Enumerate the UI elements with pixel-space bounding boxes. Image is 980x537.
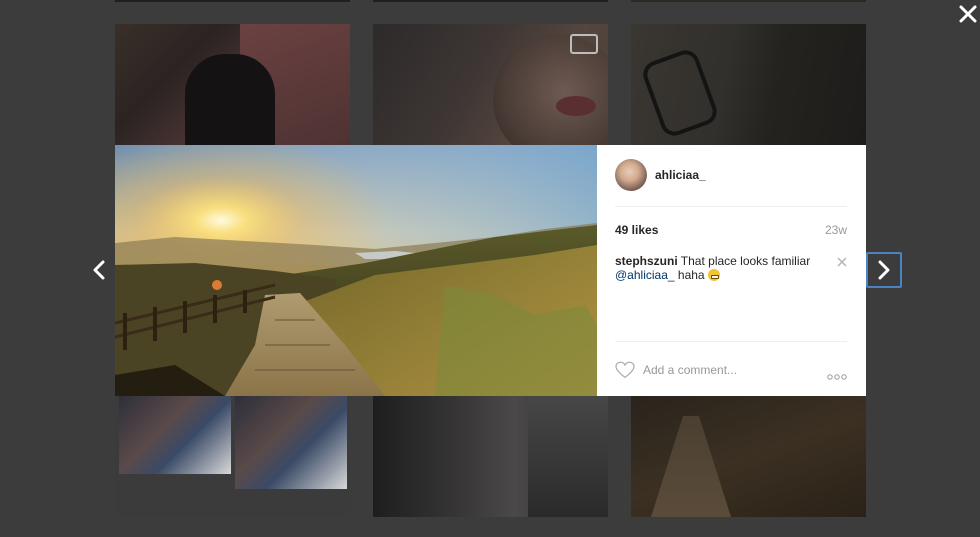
photo-detail (651, 416, 731, 517)
close-icon (959, 5, 977, 23)
video-camera-icon (570, 34, 598, 54)
grid-photo-top-1[interactable] (115, 0, 350, 2)
more-options-button[interactable] (827, 367, 847, 380)
photo-detail (235, 396, 347, 489)
photo-detail (556, 96, 596, 116)
delete-comment-button[interactable] (837, 254, 847, 267)
ellipsis-icon (827, 374, 847, 380)
photo-detail (119, 396, 231, 474)
comment-mention[interactable]: @ahliciaa_ (615, 268, 675, 282)
grid-video-2[interactable] (373, 24, 608, 145)
grid-photo-6[interactable] (631, 396, 866, 517)
next-post-button[interactable] (866, 252, 902, 288)
previous-post-button[interactable] (82, 252, 116, 288)
add-comment-input[interactable] (643, 361, 793, 379)
avatar[interactable] (615, 159, 647, 191)
post-header: ahliciaa_ (615, 158, 847, 207)
likes-count[interactable]: 49 likes (615, 223, 658, 237)
heart-icon (615, 361, 635, 379)
like-button[interactable] (615, 361, 635, 379)
post-age[interactable]: 23w (825, 223, 847, 237)
chevron-left-icon (93, 260, 105, 280)
comment-text: That place looks familiar (680, 254, 811, 268)
comment-username[interactable]: stephszuni (615, 254, 678, 268)
sunset-landscape-image (115, 145, 597, 396)
grinning-emoji-icon (707, 269, 720, 281)
grid-photo-4[interactable] (115, 396, 350, 516)
photo-detail (528, 396, 608, 517)
grid-photo-1[interactable] (115, 24, 350, 145)
close-small-icon (837, 257, 847, 267)
close-button[interactable] (956, 2, 980, 26)
chevron-right-icon (878, 260, 890, 280)
grid-photo-5[interactable] (373, 396, 608, 517)
photo-detail (639, 46, 721, 140)
grid-photo-3[interactable] (631, 24, 866, 145)
comment: stephszuni That place looks familiar @ah… (615, 254, 823, 282)
post-details-panel: ahliciaa_ 49 likes 23w stephszuni That p… (597, 145, 866, 396)
photo-detail (185, 54, 275, 145)
post-actions (615, 341, 847, 397)
grid-photo-top-3[interactable] (631, 0, 866, 2)
grid-photo-top-2[interactable] (373, 0, 608, 2)
comment-text-tail: haha (677, 268, 705, 282)
post-username[interactable]: ahliciaa_ (655, 168, 706, 182)
post-modal: ahliciaa_ 49 likes 23w stephszuni That p… (115, 145, 866, 396)
post-photo[interactable] (115, 145, 597, 396)
